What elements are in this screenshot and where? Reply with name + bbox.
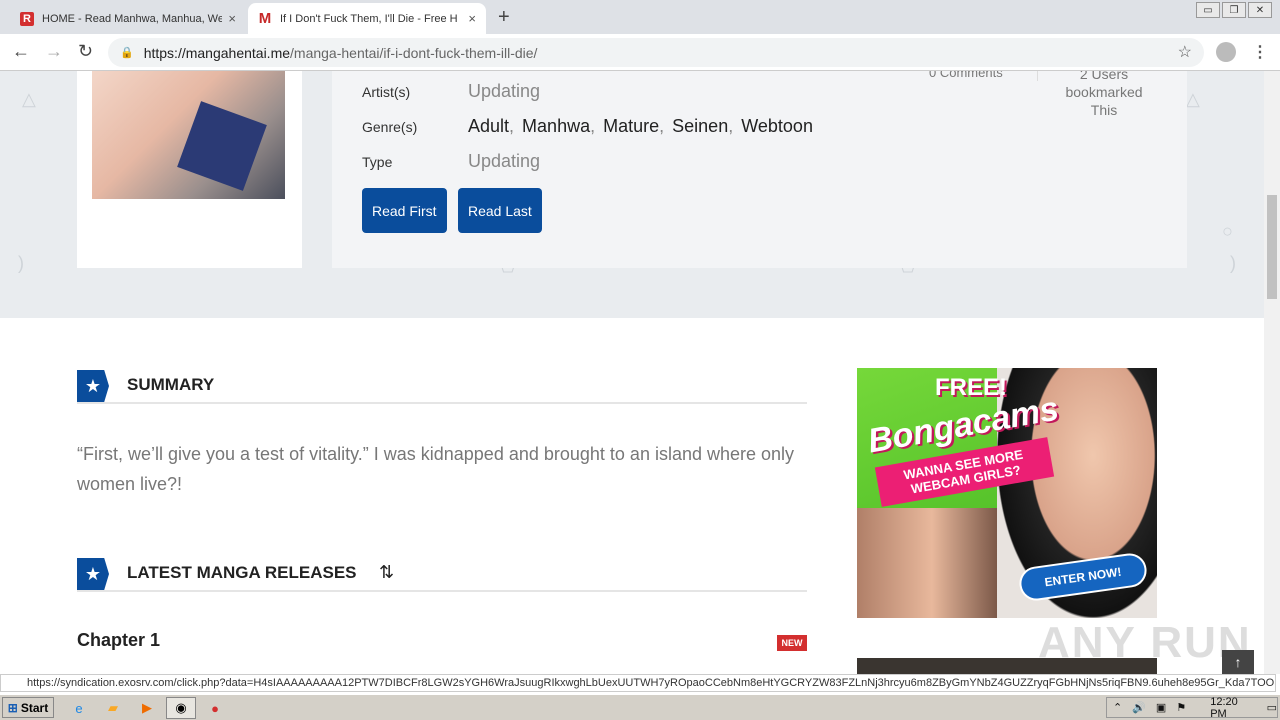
- decorative-arc-icon: ): [18, 253, 24, 273]
- manga-header: △ ⬠ ⬠ △ ○ ) ) 0 Comments 2 Users bookmar…: [0, 71, 1264, 318]
- windows-logo-icon: ⊞: [7, 700, 18, 715]
- media-player-icon[interactable]: ▶: [138, 699, 156, 717]
- genre-link[interactable]: Mature: [603, 116, 659, 137]
- volume-icon[interactable]: 🔊: [1132, 701, 1146, 714]
- menu-icon[interactable]: ⋮: [1252, 42, 1268, 62]
- star-icon: ★: [77, 370, 109, 402]
- advertisement-banner[interactable]: FREE! Bongacams WANNA SEE MORE WEBCAM GI…: [857, 368, 1157, 618]
- show-desktop-icon[interactable]: ▭: [1267, 701, 1277, 714]
- decorative-circle-icon: ○: [1222, 221, 1233, 241]
- watermark-logo: ANY RUN: [1038, 618, 1252, 667]
- new-badge: NEW: [777, 635, 807, 651]
- genre-link[interactable]: Seinen: [672, 116, 728, 137]
- close-tab-icon[interactable]: ×: [468, 11, 476, 26]
- window-controls: ▭ ❐ ✕: [1196, 2, 1272, 18]
- genre-label: Genre(s): [362, 119, 418, 135]
- genre-link[interactable]: Adult: [468, 116, 509, 137]
- chapter-link[interactable]: Chapter 1: [77, 630, 160, 651]
- url-path: /manga-hentai/if-i-dont-fuck-them-ill-di…: [290, 44, 538, 61]
- decorative-arc-icon: ): [1230, 253, 1236, 273]
- bookmark-count: 2 Users bookmarked This: [1065, 71, 1143, 118]
- site-favicon-icon: R: [20, 11, 34, 26]
- tab-title: HOME - Read Manhwa, Manhua, We: [42, 12, 223, 25]
- releases-header: ★ LATEST MANGA RELEASES ⇅: [77, 558, 807, 592]
- summary-text: “First, we’ll give you a test of vitalit…: [77, 444, 795, 494]
- forward-arrow-icon[interactable]: →: [45, 41, 63, 62]
- folder-icon[interactable]: ▰: [104, 699, 122, 717]
- url-domain: https://mangahentai.me: [143, 44, 291, 61]
- genre-link[interactable]: Manhwa: [522, 116, 590, 137]
- system-tray: ⌃ 🔊 ▣ ⚑ 12:20 PM ▭: [1106, 695, 1278, 720]
- scroll-to-top-icon[interactable]: ↑: [1222, 650, 1254, 674]
- flag-icon[interactable]: ⚑: [1176, 701, 1186, 714]
- network-icon[interactable]: ▣: [1156, 701, 1166, 714]
- new-tab-button[interactable]: +: [498, 6, 510, 29]
- artist-label: Artist(s): [362, 84, 411, 100]
- ad-image: [857, 508, 1007, 618]
- opera-icon[interactable]: ●: [206, 699, 224, 717]
- releases-title: LATEST MANGA RELEASES: [127, 563, 357, 582]
- site-favicon-icon: M: [258, 10, 272, 27]
- close-window-icon[interactable]: ✕: [1248, 2, 1272, 18]
- artist-row: Artist(s) Updating: [362, 81, 540, 102]
- type-label: Type: [362, 154, 393, 170]
- profile-avatar[interactable]: [1216, 42, 1236, 62]
- manga-info-panel: 0 Comments 2 Users bookmarked This Artis…: [332, 71, 1187, 268]
- summary-title: SUMMARY: [127, 375, 215, 394]
- minimize-icon[interactable]: ▭: [1196, 2, 1220, 18]
- reload-icon[interactable]: ↻: [78, 41, 93, 62]
- read-last-button[interactable]: Read Last: [458, 188, 542, 233]
- tray-arrow-icon[interactable]: ⌃: [1113, 701, 1122, 714]
- decorative-triangle-icon: △: [1186, 89, 1200, 109]
- manga-cover-image[interactable]: [92, 71, 285, 199]
- star-icon: ★: [77, 558, 109, 590]
- close-tab-icon[interactable]: ×: [228, 11, 236, 26]
- summary-header: ★ SUMMARY: [77, 370, 807, 404]
- restore-icon[interactable]: ❐: [1222, 2, 1246, 18]
- comments-count[interactable]: 0 Comments: [929, 71, 1003, 80]
- star-icon[interactable]: ☆: [1178, 42, 1192, 62]
- page-scrollbar[interactable]: [1264, 71, 1280, 674]
- tab-title: If I Don't Fuck Them, I'll Die - Free H: [280, 12, 458, 25]
- back-arrow-icon[interactable]: ←: [12, 41, 30, 62]
- browser-toolbar: ← → ↻ 🔒 https://mangahentai.me/manga-hen…: [0, 34, 1280, 71]
- sort-icon[interactable]: ⇅: [379, 562, 394, 583]
- lock-icon: 🔒: [120, 47, 134, 59]
- genre-link[interactable]: Webtoon: [741, 116, 813, 137]
- ad-free-text: FREE!: [935, 374, 1007, 401]
- web-page: △ ⬠ ⬠ △ ○ ) ) 0 Comments 2 Users bookmar…: [0, 71, 1264, 674]
- ie-icon[interactable]: e: [70, 699, 88, 717]
- tab-strip: R HOME - Read Manhwa, Manhua, We × M If …: [0, 0, 1280, 34]
- cover-card: [77, 71, 302, 268]
- tab-current[interactable]: M If I Don't Fuck Them, I'll Die - Free …: [248, 3, 486, 34]
- taskbar: ⊞ Start e ▰ ▶ ◉ ● ⌃ 🔊 ▣ ⚑ 12:20 PM ▭: [0, 694, 1280, 720]
- clock: 12:20 PM: [1210, 695, 1238, 720]
- artist-value: Updating: [468, 81, 541, 101]
- status-link: https://syndication.exosrv.com/click.php…: [0, 674, 1276, 692]
- decorative-triangle-icon: △: [22, 89, 36, 109]
- read-first-button[interactable]: Read First: [362, 188, 447, 233]
- address-bar[interactable]: 🔒 https://mangahentai.me/manga-hentai/if…: [108, 38, 1204, 67]
- stats-divider: [1037, 71, 1038, 81]
- chrome-icon[interactable]: ◉: [166, 697, 196, 719]
- type-row: Type Updating: [362, 151, 540, 172]
- type-value: Updating: [468, 151, 541, 171]
- scroll-thumb[interactable]: [1267, 195, 1277, 299]
- tab-home[interactable]: R HOME - Read Manhwa, Manhua, We ×: [10, 3, 246, 34]
- start-button[interactable]: ⊞ Start: [2, 697, 54, 718]
- genre-row: Genre(s) Adult, Manhwa, Mature, Seinen, …: [362, 116, 813, 137]
